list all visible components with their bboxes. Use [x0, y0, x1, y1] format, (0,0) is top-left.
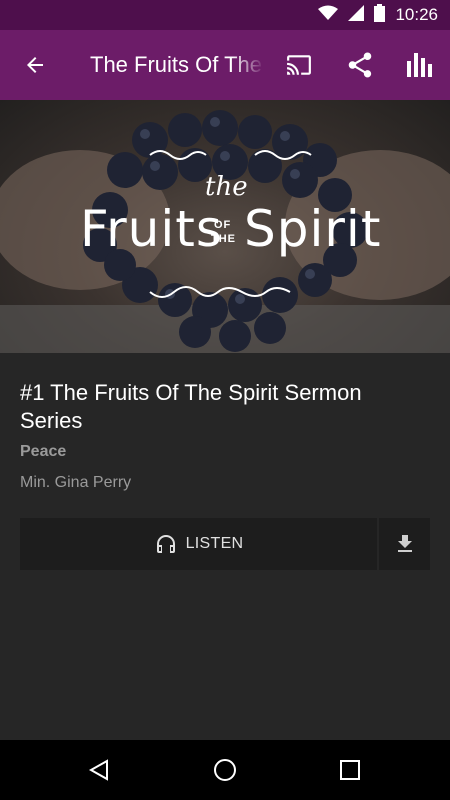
episode-subtitle: Peace	[20, 443, 67, 460]
status-time: 10:26	[395, 5, 438, 24]
equalizer-icon	[407, 53, 432, 77]
download-button[interactable]	[379, 518, 430, 570]
status-bar: 10:26	[0, 0, 450, 30]
nav-recents-button[interactable]	[329, 749, 371, 791]
app-bar: The Fruits Of The Spirit Sermon Series	[0, 30, 450, 100]
listen-label: LISTEN	[185, 535, 244, 552]
hero-of: OF	[214, 219, 232, 231]
listen-button[interactable]: LISTEN	[20, 518, 377, 570]
recents-square-icon	[340, 760, 360, 780]
status-icons: 10:26	[318, 0, 438, 30]
headphones-icon	[156, 535, 175, 553]
hero-the: THE	[211, 233, 236, 245]
download-icon	[397, 535, 412, 552]
episode-details: #1 The Fruits Of The Spirit Sermon Serie…	[0, 353, 450, 740]
hero-fruits: Fruits	[80, 200, 223, 258]
signal-icon	[348, 4, 365, 26]
back-triangle-icon	[88, 759, 108, 781]
episode-title: #1 The Fruits Of The Spirit Sermon Serie…	[20, 380, 362, 433]
wifi-icon	[318, 5, 339, 26]
share-icon	[348, 52, 372, 78]
nav-home-button[interactable]	[204, 749, 246, 791]
cast-icon	[287, 55, 311, 75]
episode-speaker: Min. Gina Perry	[20, 474, 132, 491]
equalizer-button[interactable]	[398, 44, 440, 86]
hero-line1: the	[205, 172, 248, 202]
title-fade	[232, 30, 264, 100]
nav-back-button[interactable]	[78, 749, 120, 791]
battery-icon	[374, 3, 386, 27]
back-button[interactable]	[14, 44, 56, 86]
arrow-back-icon	[27, 57, 43, 73]
share-button[interactable]	[339, 44, 381, 86]
hero-spirit: Spirit	[244, 200, 382, 258]
cast-button[interactable]	[278, 44, 320, 86]
hero-artwork: the Fruits OF THE Spirit	[0, 100, 450, 353]
home-circle-icon	[214, 759, 236, 781]
navigation-bar	[0, 740, 450, 800]
